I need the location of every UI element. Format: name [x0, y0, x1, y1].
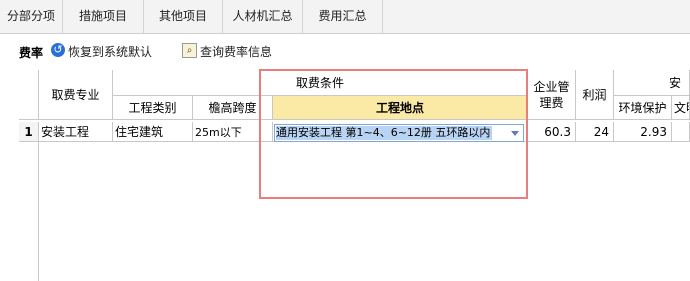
restore-icon[interactable]: ↺ [51, 43, 65, 57]
cell-profit[interactable]: 24 [576, 122, 614, 142]
cell-enterprise-mgmt-fee[interactable]: 60.3 [528, 122, 576, 142]
query-icon[interactable]: ⌕ [182, 43, 197, 58]
tab-sub-items[interactable]: 分部分项 [0, 0, 63, 33]
header-project-type: 工程类别 [113, 96, 193, 120]
tab-measures[interactable]: 措施项目 [63, 0, 144, 33]
header-env-protection: 环境保护 [614, 96, 672, 120]
header-enterprise-mgmt-fee: 企业管理费 [528, 70, 576, 120]
annotation-highlight-box [259, 69, 528, 199]
query-fee-rate-button[interactable]: 查询费率信息 [200, 43, 272, 60]
cell-env-protection[interactable]: 2.93 [614, 122, 672, 142]
header-fee-specialty: 取费专业 [39, 70, 113, 120]
tab-cost-summary[interactable]: 费用汇总 [303, 0, 383, 33]
header-civilized: 文明 [672, 96, 690, 120]
header-safety-group: 安 [614, 70, 690, 96]
row-number-column-empty [19, 142, 39, 281]
cell-civilized[interactable] [672, 122, 690, 142]
fee-rate-toolbar: 费率 恢复到系统默认 查询费率信息 [0, 34, 690, 68]
module-tab-bar: 分部分项 措施项目 其他项目 人材机汇总 费用汇总 [0, 0, 690, 34]
cell-fee-specialty[interactable]: 安装工程 [39, 122, 113, 142]
tab-other-items[interactable]: 其他项目 [144, 0, 223, 33]
header-profit: 利润 [576, 70, 614, 120]
restore-default-button[interactable]: 恢复到系统默认 [68, 43, 152, 60]
tab-labor-material-machine[interactable]: 人材机汇总 [223, 0, 303, 33]
cell-project-type[interactable]: 住宅建筑 [113, 122, 193, 142]
page-title: 费率 [19, 46, 44, 60]
row-number: 1 [19, 122, 39, 142]
corner-cell [19, 70, 39, 120]
